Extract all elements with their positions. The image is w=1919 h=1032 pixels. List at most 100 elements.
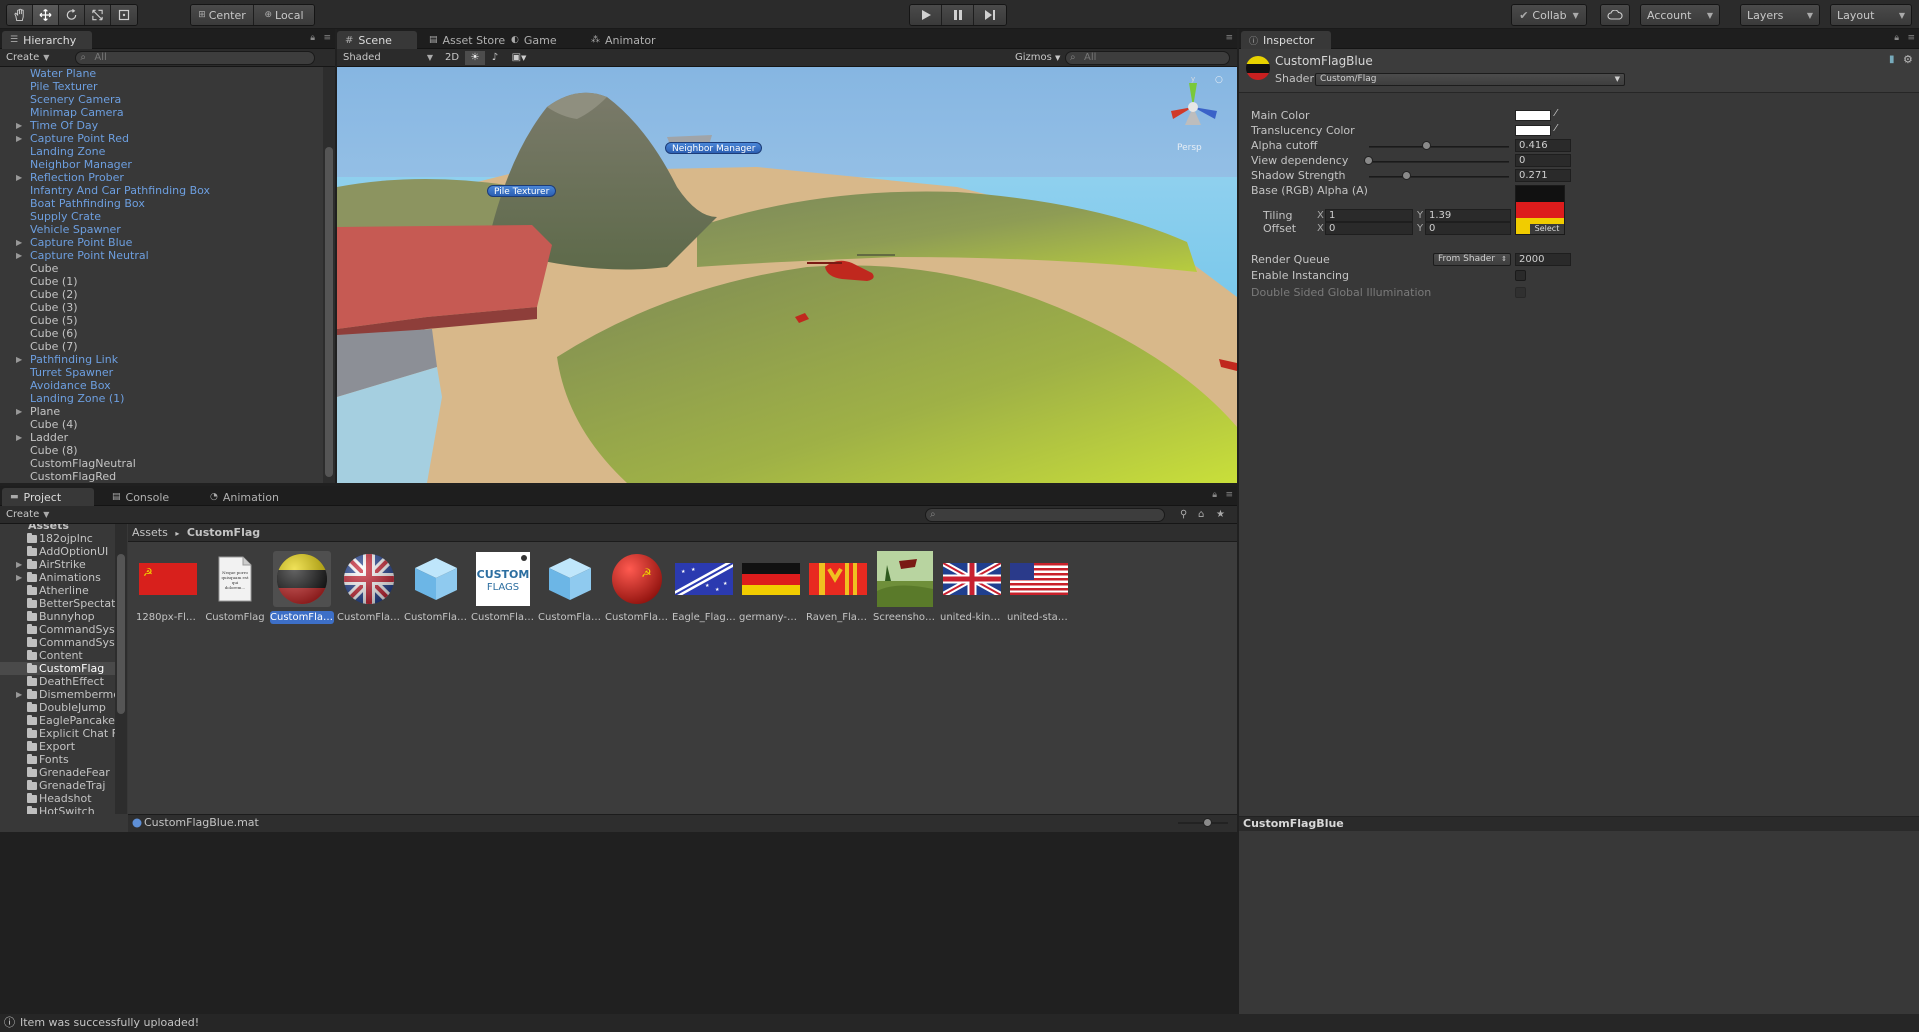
scene-label-pile-texturer[interactable]: Pile Texturer bbox=[487, 185, 557, 197]
breadcrumb-current[interactable]: CustomFlag bbox=[187, 526, 260, 539]
tree-folder-item[interactable]: GrenadeTraj bbox=[0, 779, 125, 792]
main-color-swatch[interactable] bbox=[1515, 110, 1551, 121]
asset-item[interactable]: CustomFlag... bbox=[337, 551, 401, 624]
hierarchy-search-input[interactable]: ⌕ All bbox=[75, 50, 316, 65]
double-sided-gi-checkbox[interactable] bbox=[1515, 287, 1526, 298]
pivot-center-button[interactable]: ⊞ Center bbox=[191, 5, 254, 25]
shadow-strength-field[interactable]: 0.271 bbox=[1515, 169, 1571, 182]
tree-folder-item[interactable]: EaglePancake bbox=[0, 714, 125, 727]
hierarchy-item[interactable]: Cube bbox=[0, 262, 322, 275]
asset-item[interactable]: CustomFlag... bbox=[404, 551, 468, 624]
panel-menu-icon[interactable]: ≡ bbox=[323, 33, 331, 43]
tree-folder-item[interactable]: 182ojplnc bbox=[0, 532, 125, 545]
eyedropper-icon[interactable]: ⁄ bbox=[1555, 123, 1557, 134]
tree-folder-item[interactable]: Headshot bbox=[0, 792, 125, 805]
asset-item[interactable]: CUSTOMFLAGS CustomFlags... bbox=[471, 551, 535, 624]
tree-folder-item[interactable]: ▶ AirStrike bbox=[0, 558, 125, 571]
tree-folder-item[interactable]: ▶ Animations bbox=[0, 571, 125, 584]
book-icon[interactable]: ▮ bbox=[1889, 54, 1895, 65]
gizmos-dropdown[interactable]: Gizmos ▼ bbox=[1015, 52, 1060, 63]
hierarchy-item[interactable]: ▶ Capture Point Neutral bbox=[0, 249, 322, 262]
expand-arrow-icon[interactable]: ▶ bbox=[16, 688, 22, 701]
expand-arrow-icon[interactable]: ▶ bbox=[16, 571, 22, 584]
expand-arrow-icon[interactable]: ▶ bbox=[16, 171, 22, 184]
lock-icon[interactable]: 🔒︎ bbox=[1894, 33, 1899, 43]
step-button[interactable] bbox=[974, 5, 1006, 25]
label-tag-icon[interactable]: ⌂ bbox=[1198, 509, 1204, 520]
collab-dropdown[interactable]: ✔ Collab ▼ bbox=[1512, 5, 1586, 25]
view-dependency-field[interactable]: 0 bbox=[1515, 154, 1571, 167]
asset-item[interactable]: ☭ CustomFlag... bbox=[605, 551, 669, 624]
lock-icon[interactable]: 🔒︎ bbox=[310, 33, 315, 43]
panel-menu-icon[interactable]: ≡ bbox=[1225, 33, 1233, 43]
offset-y-field[interactable]: 0 bbox=[1425, 222, 1511, 235]
hierarchy-item[interactable]: Cube (5) bbox=[0, 314, 322, 327]
expand-arrow-icon[interactable]: ▶ bbox=[16, 119, 22, 132]
tree-root-assets[interactable]: Assets bbox=[0, 524, 125, 532]
breadcrumb-root[interactable]: Assets bbox=[132, 526, 168, 539]
render-queue-field[interactable]: 2000 bbox=[1515, 253, 1571, 266]
expand-arrow-icon[interactable]: ▶ bbox=[16, 405, 22, 418]
asset-item[interactable]: germany-28... bbox=[739, 551, 803, 624]
scene-search-input[interactable]: ⌕ All bbox=[1065, 50, 1230, 65]
pause-button[interactable] bbox=[942, 5, 974, 25]
shading-mode-dropdown[interactable]: Shaded ▼ bbox=[337, 52, 439, 63]
rect-tool-button[interactable] bbox=[111, 5, 137, 25]
shadow-strength-slider[interactable] bbox=[1369, 176, 1509, 178]
project-search-input[interactable]: ⌕ bbox=[925, 507, 1165, 522]
base-texture-slot[interactable]: Select bbox=[1515, 185, 1565, 235]
hierarchy-item[interactable]: Cube (7) bbox=[0, 340, 322, 353]
translucency-color-swatch[interactable] bbox=[1515, 125, 1551, 136]
hierarchy-scrollbar[interactable] bbox=[323, 67, 335, 483]
hierarchy-item[interactable]: ▶ Time Of Day bbox=[0, 119, 322, 132]
scroll-thumb[interactable] bbox=[325, 147, 333, 477]
hierarchy-item[interactable]: Supply Crate bbox=[0, 210, 322, 223]
tiling-x-field[interactable]: 1 bbox=[1325, 209, 1413, 222]
hierarchy-item[interactable]: ▶ Reflection Prober bbox=[0, 171, 322, 184]
tree-folder-item[interactable]: DoubleJump bbox=[0, 701, 125, 714]
hand-tool-button[interactable] bbox=[7, 5, 33, 25]
hierarchy-item[interactable]: Landing Zone (1) bbox=[0, 392, 322, 405]
tree-folder-item[interactable]: GrenadeFear bbox=[0, 766, 125, 779]
hierarchy-item[interactable]: Cube (6) bbox=[0, 327, 322, 340]
lighting-toggle[interactable]: ☀ bbox=[465, 50, 485, 65]
hierarchy-item[interactable]: CustomFlagRed bbox=[0, 470, 322, 483]
expand-arrow-icon[interactable]: ▶ bbox=[16, 132, 22, 145]
hierarchy-item[interactable]: Scenery Camera bbox=[0, 93, 322, 106]
tree-folder-item[interactable]: CustomFlag bbox=[0, 662, 125, 675]
panel-menu-icon[interactable]: ≡ bbox=[1225, 490, 1233, 500]
tree-folder-item[interactable]: HotSwitch bbox=[0, 805, 125, 814]
tree-folder-item[interactable]: CommandSyste bbox=[0, 623, 125, 636]
hierarchy-item[interactable]: Cube (2) bbox=[0, 288, 322, 301]
view-dependency-slider-knob[interactable] bbox=[1364, 156, 1373, 165]
eyedropper-icon[interactable]: ⁄ bbox=[1555, 108, 1557, 119]
pivot-local-button[interactable]: ⊕ Local bbox=[254, 5, 314, 25]
asset-item[interactable]: ★ ★ ★ ★ ★ Eagle_Flag_... bbox=[672, 551, 736, 624]
asset-item[interactable]: ☭ 1280px-Fla... bbox=[136, 551, 200, 624]
tab-inspector[interactable]: ⓘ Inspector bbox=[1241, 31, 1331, 49]
expand-arrow-icon[interactable]: ▶ bbox=[16, 558, 22, 571]
tree-folder-item[interactable]: CommandSyste bbox=[0, 636, 125, 649]
tab-animator[interactable]: ⁂ Animator bbox=[583, 31, 664, 49]
hierarchy-item[interactable]: ▶ Ladder bbox=[0, 431, 322, 444]
expand-arrow-icon[interactable]: ▶ bbox=[16, 236, 22, 249]
hierarchy-item[interactable]: Cube (3) bbox=[0, 301, 322, 314]
select-texture-button[interactable]: Select bbox=[1530, 224, 1564, 234]
tree-folder-item[interactable]: Export bbox=[0, 740, 125, 753]
hierarchy-item[interactable]: Pile Texturer bbox=[0, 80, 322, 93]
effects-dropdown[interactable]: ▣▼ bbox=[505, 51, 533, 65]
hierarchy-item[interactable]: ▶ Pathfinding Link bbox=[0, 353, 322, 366]
tab-game[interactable]: ◐ Game bbox=[503, 31, 565, 49]
asset-item[interactable]: united-state... bbox=[1007, 551, 1071, 624]
tab-project[interactable]: ▬ Project bbox=[2, 488, 94, 506]
tree-folder-item[interactable]: Explicit Chat Fee bbox=[0, 727, 125, 740]
lock-icon[interactable]: 🔒︎ bbox=[1212, 490, 1217, 500]
hierarchy-item[interactable]: Cube (4) bbox=[0, 418, 322, 431]
hierarchy-item[interactable]: Minimap Camera bbox=[0, 106, 322, 119]
tree-folder-item[interactable]: Content bbox=[0, 649, 125, 662]
asset-item[interactable]: Screenshot_9 bbox=[873, 551, 937, 624]
thumbnail-size-knob[interactable] bbox=[1203, 818, 1212, 827]
hierarchy-item[interactable]: ▶ Plane bbox=[0, 405, 322, 418]
asset-item[interactable]: CustomFlag... bbox=[538, 551, 602, 624]
hierarchy-item[interactable]: Avoidance Box bbox=[0, 379, 322, 392]
